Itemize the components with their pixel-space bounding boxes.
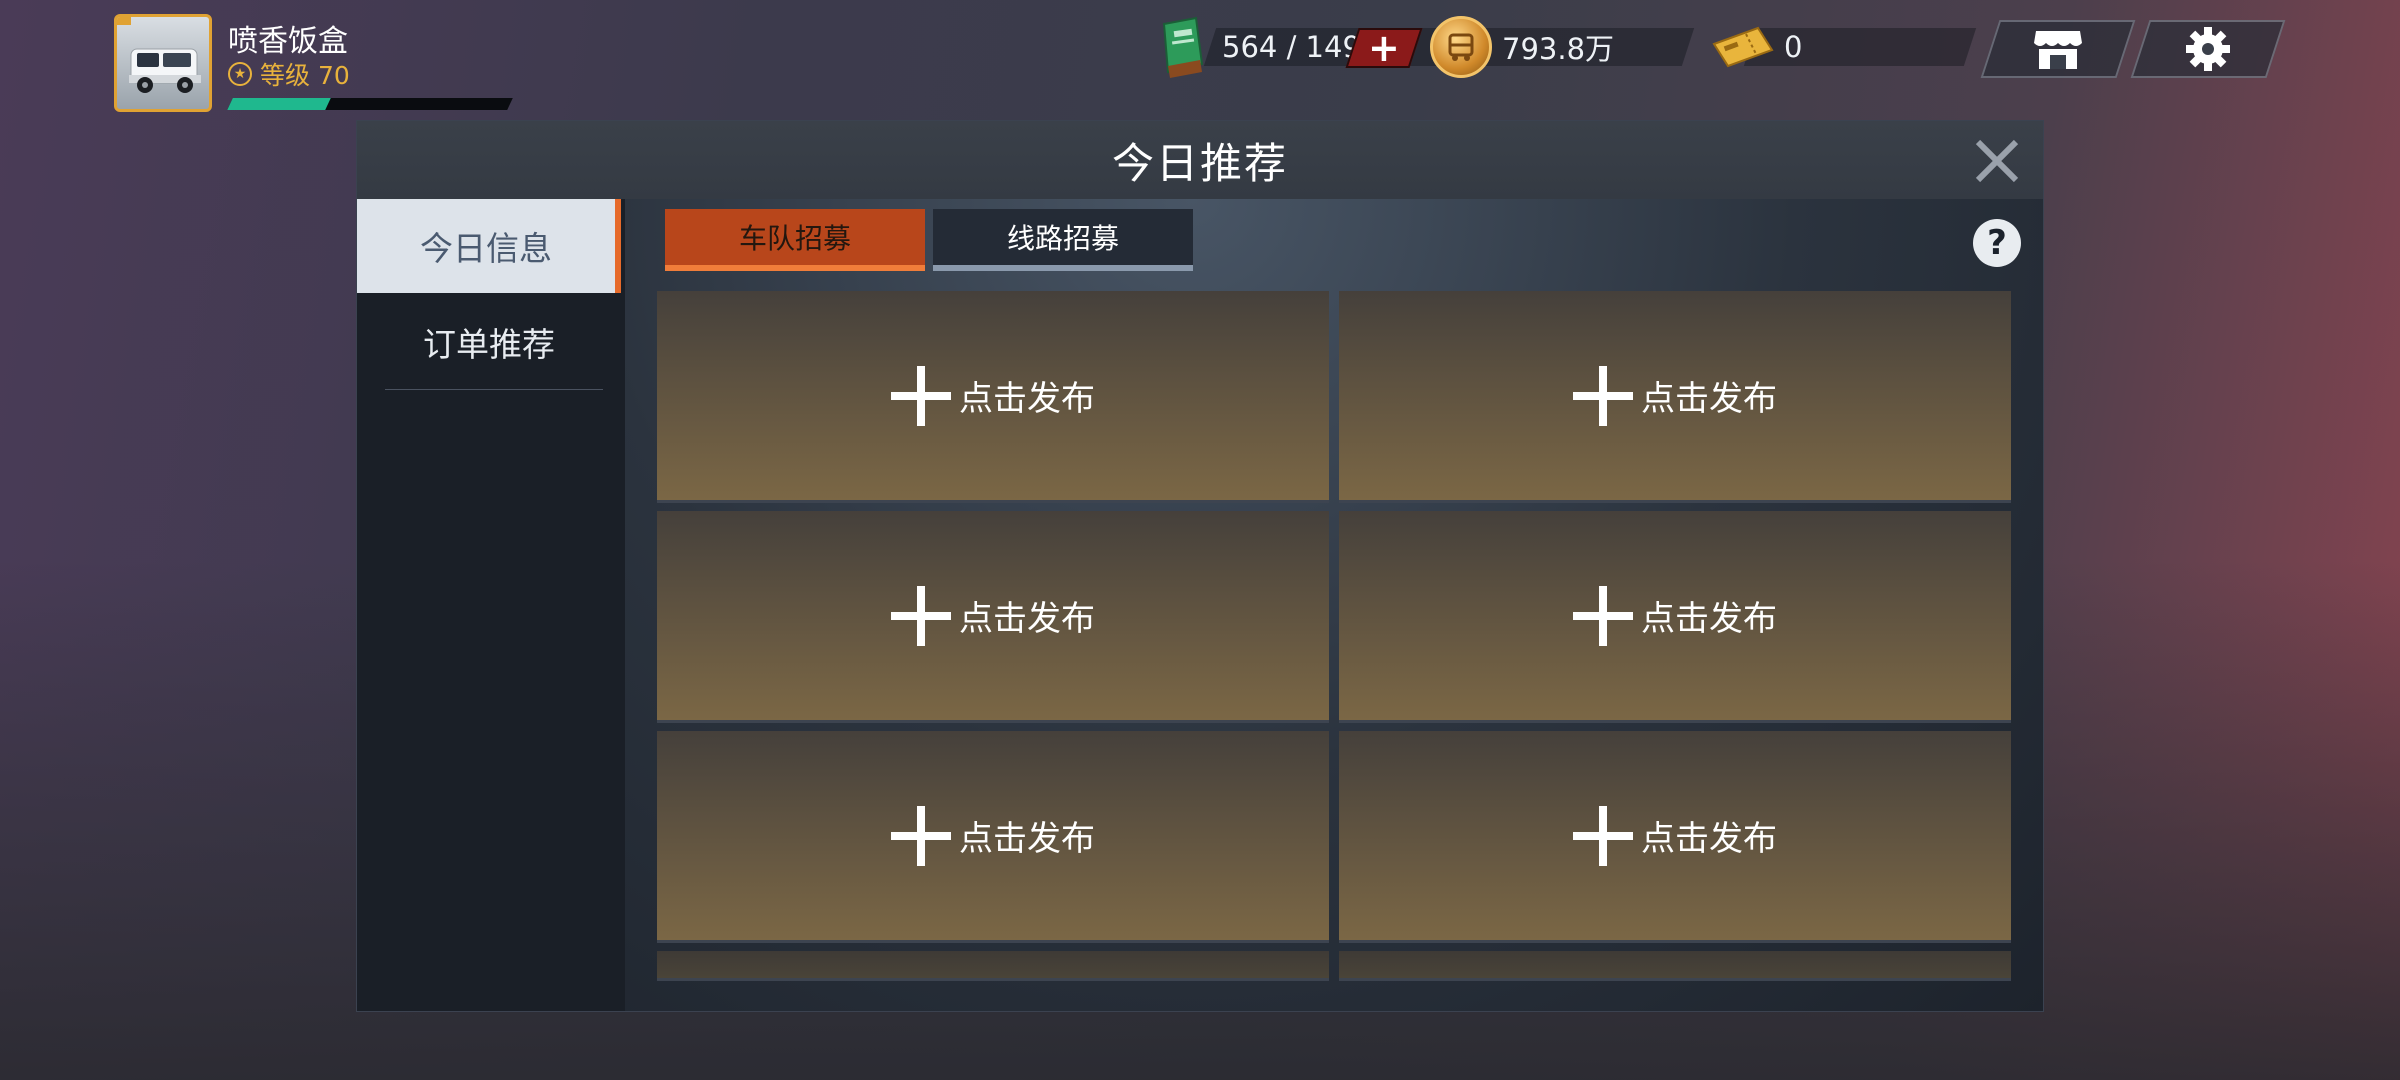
publish-slot[interactable]: 点击发布 [1339, 291, 2011, 503]
dialog-title: 今日推荐 [1111, 138, 1288, 188]
publish-label: 点击发布 [959, 379, 1095, 419]
publish-slot[interactable]: 点击发布 [657, 731, 1329, 943]
add-fuel-button[interactable]: + [1345, 26, 1423, 70]
minivan-icon [129, 48, 201, 93]
fuel-can-icon [1162, 16, 1204, 78]
ticket-icon [1712, 26, 1774, 68]
tab-label: 线路招募 [1006, 222, 1119, 255]
help-icon: ? [1987, 223, 2007, 263]
tab-route-recruit[interactable]: 线路招募 [933, 209, 1193, 271]
bus-glyph-icon [1448, 33, 1474, 61]
settings-button[interactable] [2130, 20, 2286, 78]
player-level: ★ 等级 70 [228, 56, 350, 92]
fuel-value: 564 / 149 [1222, 30, 1361, 64]
avatar-corner [117, 17, 131, 25]
xp-bar [227, 98, 513, 110]
publish-slot-partial[interactable] [1339, 951, 2011, 981]
ticket-value: 0 [1784, 30, 1803, 64]
publish-label: 点击发布 [1641, 599, 1777, 639]
xp-bar-fill [227, 98, 331, 110]
help-button[interactable]: ? [1973, 219, 2021, 267]
player-name: 喷香饭盒 [228, 24, 348, 59]
gear-icon [2186, 27, 2230, 71]
publish-label: 点击发布 [1641, 379, 1777, 419]
publish-label: 点击发布 [959, 819, 1095, 859]
player-card[interactable]: 喷香饭盒 ★ 等级 70 [114, 14, 514, 114]
fuel-counter: 564 / 149 [1150, 16, 1467, 78]
dialog-header: 今日推荐 [357, 121, 2043, 199]
star-icon: ★ [228, 62, 252, 86]
plus-icon [1573, 365, 1633, 426]
publish-slot[interactable]: 点击发布 [1339, 511, 2011, 723]
plus-icon [1573, 805, 1633, 866]
plus-icon [891, 585, 951, 646]
plus-icon [891, 365, 951, 426]
publish-slot[interactable]: 点击发布 [657, 291, 1329, 503]
dialog-content: 车队招募 线路招募 ? 点击发布 点击发布 点击发布 点击发布 点击发布 点击发… [625, 199, 2043, 1011]
ticket-counter-bg [1743, 28, 1977, 66]
recommend-dialog: 今日推荐 今日信息 订单推荐 车队招募 线路招募 ? 点击发布 点击发布 点击发… [356, 120, 2044, 1012]
sidebar-item-today-info[interactable]: 今日信息 [357, 199, 621, 293]
publish-label: 点击发布 [959, 599, 1095, 639]
coin-counter: 793.8万 [1430, 16, 1695, 78]
close-button[interactable] [1969, 133, 2025, 189]
shop-icon [2034, 31, 2082, 69]
add-fuel-label: + [1368, 26, 1400, 70]
publish-slot[interactable]: 点击发布 [1339, 731, 2011, 943]
coin-value: 793.8万 [1502, 32, 1615, 66]
sidebar-item-order-recommend[interactable]: 订单推荐 [357, 295, 621, 389]
sidebar-divider [385, 389, 603, 390]
avatar[interactable] [114, 14, 212, 112]
publish-slot-grid: 点击发布 点击发布 点击发布 点击发布 点击发布 点击发布 [657, 291, 2013, 991]
plus-icon [891, 805, 951, 866]
ticket-counter: 0 [1710, 22, 1977, 72]
sidebar-item-label: 今日信息 [420, 229, 552, 268]
publish-slot[interactable]: 点击发布 [657, 511, 1329, 723]
sidebar-item-label: 订单推荐 [423, 325, 555, 364]
publish-slot-partial[interactable] [657, 951, 1329, 981]
shop-button[interactable] [1980, 20, 2136, 78]
dialog-sidebar: 今日信息 订单推荐 [357, 199, 621, 1011]
coin-icon [1430, 16, 1492, 78]
close-icon [1975, 139, 2019, 183]
tab-fleet-recruit[interactable]: 车队招募 [665, 209, 925, 271]
tab-label: 车队招募 [738, 222, 851, 255]
level-label: 等级 70 [260, 61, 350, 90]
publish-label: 点击发布 [1641, 819, 1777, 859]
plus-icon [1573, 585, 1633, 646]
